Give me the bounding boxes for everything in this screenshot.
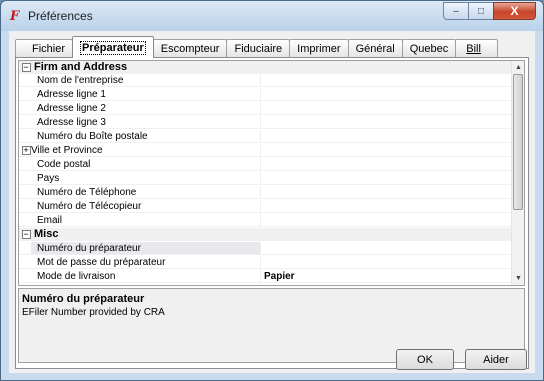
help-title: Numéro du préparateur — [22, 293, 145, 305]
property-name: Adresse ligne 2 — [31, 102, 261, 114]
ok-button[interactable]: OK — [396, 349, 454, 370]
window-controls: – □ X — [443, 2, 536, 20]
tab-escompteur[interactable]: Escompteur — [152, 39, 228, 58]
app-logo-icon: F — [10, 9, 20, 24]
property-row[interactable]: Adresse ligne 1 — [19, 88, 511, 101]
maximize-button[interactable]: □ — [468, 2, 494, 20]
tab-general[interactable]: Général — [347, 39, 403, 58]
property-value[interactable] — [261, 158, 511, 170]
property-name: Adresse ligne 1 — [31, 88, 261, 100]
property-row[interactable]: Mot de passe du préparateur — [19, 256, 511, 269]
property-value[interactable] — [261, 130, 511, 142]
property-name: Numéro de Télécopieur — [31, 200, 261, 212]
property-name: Adresse ligne 3 — [31, 116, 261, 128]
expand-icon[interactable]: + — [19, 144, 31, 156]
tab-label: Quebec — [409, 43, 449, 55]
property-value[interactable] — [261, 74, 511, 86]
tab-label: Fichier — [32, 43, 66, 55]
property-name: Nom de l'entreprise — [31, 74, 261, 86]
tab-fiduciaire[interactable]: Fiduciaire — [226, 39, 291, 58]
property-name: Numéro du préparateur — [31, 242, 261, 254]
property-row[interactable]: Adresse ligne 2 — [19, 102, 511, 115]
property-row[interactable]: Adresse ligne 3 — [19, 116, 511, 129]
window-title: Préférences — [28, 9, 93, 23]
property-name: Mot de passe du préparateur — [31, 256, 261, 268]
tab-fichier[interactable]: Fichier — [15, 39, 74, 58]
property-value[interactable] — [261, 214, 511, 226]
property-row[interactable]: Email — [19, 214, 511, 227]
property-row[interactable]: Numéro du Boîte postale — [19, 130, 511, 143]
property-value[interactable] — [261, 102, 511, 114]
tab-strip: Fichier Préparateur Escompteur Fiduciair… — [15, 36, 498, 58]
property-name: Email — [31, 214, 261, 226]
scroll-down-icon[interactable]: ▼ — [512, 272, 524, 285]
preferences-window: F Préférences – □ X Fichier Préparateur … — [0, 0, 544, 381]
property-row[interactable]: Numéro de Télécopieur — [19, 200, 511, 213]
property-value[interactable] — [261, 144, 511, 156]
property-value[interactable] — [261, 242, 511, 254]
tab-label: Bill — [466, 43, 481, 55]
dialog-body: Fichier Préparateur Escompteur Fiduciair… — [9, 31, 535, 373]
help-button[interactable]: Aider — [465, 349, 527, 370]
property-name: Numéro du Boîte postale — [31, 130, 261, 142]
tab-imprimer[interactable]: Imprimer — [289, 39, 349, 58]
property-value[interactable] — [261, 186, 511, 198]
help-description: EFiler Number provided by CRA — [22, 307, 165, 318]
tab-label: Fiduciaire — [234, 43, 283, 55]
tab-panel: − Firm and Address Nom de l'entreprise A… — [15, 57, 529, 369]
collapse-icon[interactable]: − — [19, 228, 31, 241]
tab-label: Imprimer — [297, 43, 341, 55]
tab-label: Escompteur — [160, 43, 220, 55]
tab-label: Préparateur — [80, 40, 146, 55]
minimize-button[interactable]: – — [443, 2, 469, 20]
title-bar[interactable]: F Préférences – □ X — [1, 1, 543, 31]
property-value[interactable]: Papier — [261, 270, 511, 282]
property-row[interactable]: Numéro de Téléphone — [19, 186, 511, 199]
tab-quebec[interactable]: Quebec — [401, 39, 457, 58]
scroll-thumb[interactable] — [513, 74, 523, 210]
property-value[interactable] — [261, 116, 511, 128]
property-value[interactable] — [261, 172, 511, 184]
property-row[interactable]: Nom de l'entreprise — [19, 74, 511, 87]
scroll-up-icon[interactable]: ▲ — [512, 61, 524, 74]
tab-bill[interactable]: Bill — [455, 39, 498, 58]
property-name: Code postal — [31, 158, 261, 170]
property-row[interactable]: Pays — [19, 172, 511, 185]
category-misc[interactable]: − Misc — [19, 228, 511, 241]
tab-preparateur[interactable]: Préparateur — [72, 36, 154, 58]
category-label: Firm and Address — [34, 61, 128, 73]
property-row[interactable]: Code postal — [19, 158, 511, 171]
property-name: Ville et Province — [31, 144, 261, 156]
category-firm-address[interactable]: − Firm and Address — [19, 61, 511, 74]
property-name: Numéro de Téléphone — [31, 186, 261, 198]
property-grid: − Firm and Address Nom de l'entreprise A… — [18, 60, 525, 286]
property-value[interactable] — [261, 88, 511, 100]
property-row-selected[interactable]: Numéro du préparateur — [19, 242, 511, 255]
tab-label: Général — [355, 43, 395, 55]
property-name: Mode de livraison — [31, 270, 261, 282]
property-value[interactable] — [261, 200, 511, 212]
property-name: Pays — [31, 172, 261, 184]
vertical-scrollbar[interactable]: ▲ ▼ — [511, 61, 524, 285]
category-label: Misc — [34, 228, 59, 240]
property-row[interactable]: Mode de livraison Papier — [19, 270, 511, 283]
property-value[interactable] — [261, 256, 511, 268]
collapse-icon[interactable]: − — [19, 61, 31, 74]
close-button[interactable]: X — [493, 2, 536, 20]
property-row-expandable[interactable]: + Ville et Province — [19, 144, 511, 157]
